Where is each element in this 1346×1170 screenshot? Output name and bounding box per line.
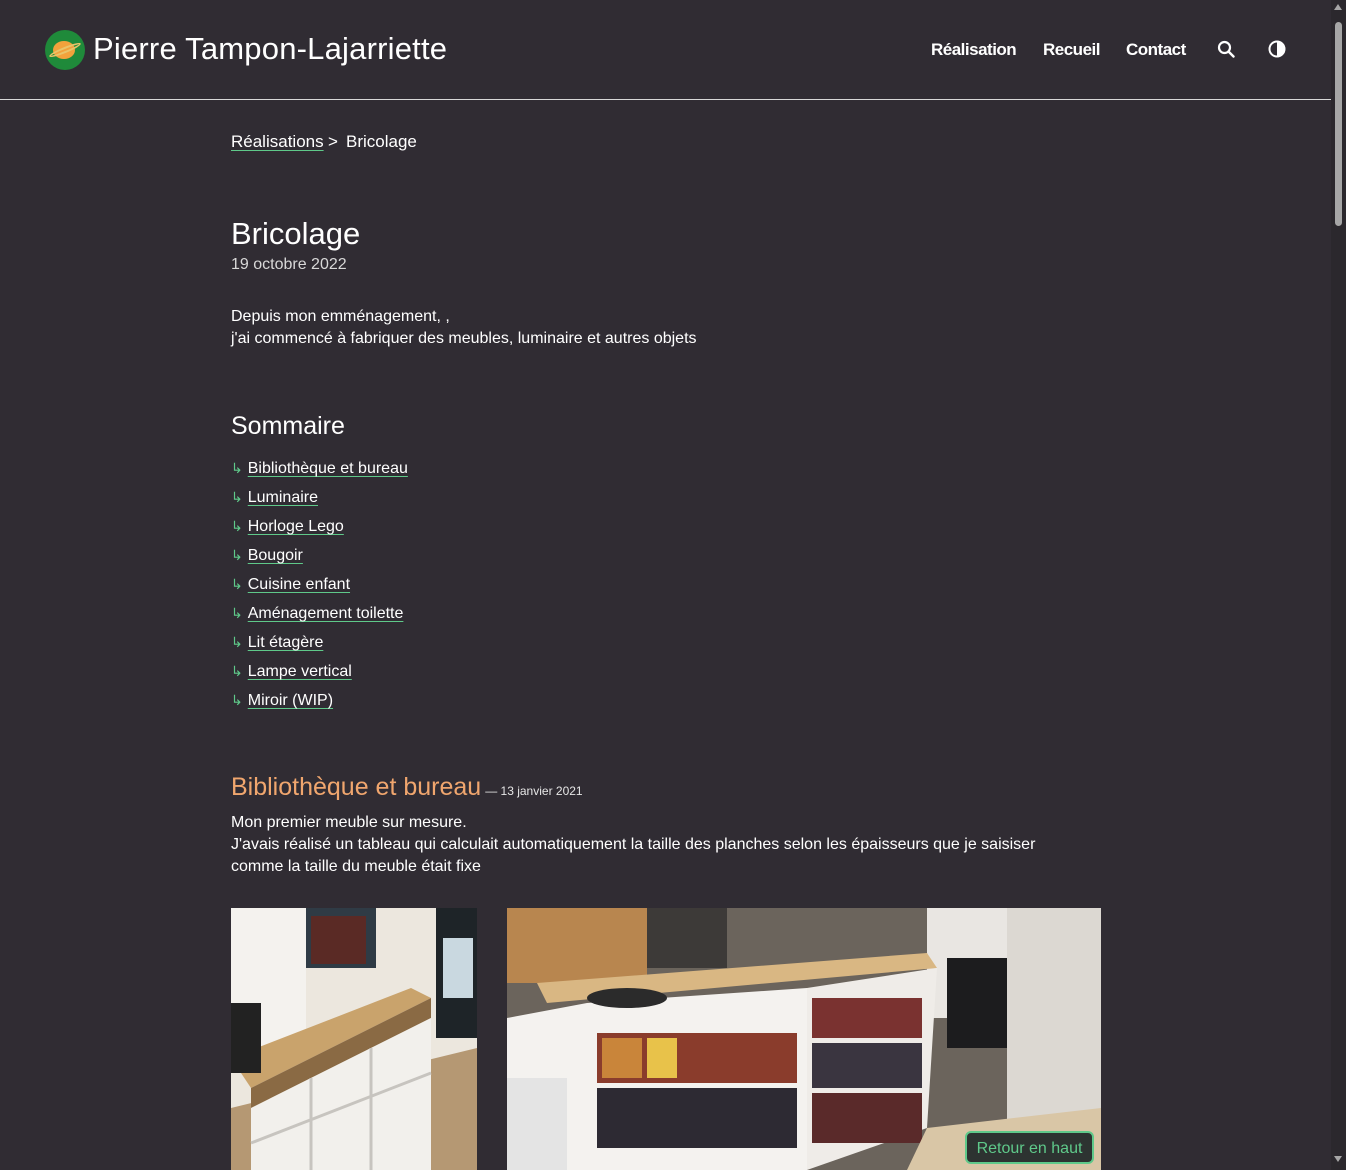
toc-link-horloge-lego[interactable]: Horloge Lego [248, 518, 344, 535]
toc-item: ↳ Bibliothèque et bureau [231, 460, 408, 478]
nav-contact[interactable]: Contact [1126, 40, 1186, 60]
arrow-return-icon: ↳ [231, 460, 243, 476]
arrow-return-icon: ↳ [231, 634, 243, 650]
toc-link-lampe-vertical[interactable]: Lampe vertical [248, 663, 352, 680]
breadcrumb-current: Bricolage [346, 132, 417, 151]
breadcrumb-parent-link[interactable]: Réalisations [231, 132, 324, 152]
arrow-return-icon: ↳ [231, 489, 243, 505]
breadcrumb-separator: > [328, 132, 338, 151]
toc-item: ↳ Horloge Lego [231, 518, 344, 536]
photo-bookshelf-left[interactable] [231, 908, 477, 1170]
page-date: 19 octobre 2022 [231, 256, 347, 273]
toc-link-bougoir[interactable]: Bougoir [248, 547, 303, 564]
nav-recueil[interactable]: Recueil [1043, 40, 1100, 60]
arrow-return-icon: ↳ [231, 547, 243, 563]
toc-item: ↳ Cuisine enfant [231, 576, 350, 594]
arrow-return-icon: ↳ [231, 518, 243, 534]
section-title: Bibliothèque et bureau [231, 773, 482, 801]
intro-line-1: Depuis mon emménagement, , [231, 308, 450, 325]
intro-line-2: j'ai commencé à fabriquer des meubles, l… [231, 330, 697, 347]
toc-item: ↳ Luminaire [231, 489, 318, 507]
toc-link-lit-etagere[interactable]: Lit étagère [248, 634, 324, 651]
toc-link-cuisine-enfant[interactable]: Cuisine enfant [248, 576, 350, 593]
arrow-return-icon: ↳ [231, 663, 243, 679]
scrollbar[interactable] [1331, 0, 1346, 1170]
toc-item: ↳ Miroir (WIP) [231, 692, 333, 710]
arrow-return-icon: ↳ [231, 605, 243, 621]
arrow-return-icon: ↳ [231, 576, 243, 592]
section-text-line-3: comme la taille du meuble était fixe [231, 858, 481, 875]
scroll-down-arrow-icon[interactable] [1334, 1156, 1342, 1162]
section-text-line-2: J'avais réalisé un tableau qui calculait… [231, 836, 1036, 853]
back-to-top-button[interactable]: Retour en haut [965, 1131, 1094, 1164]
nav-realisation[interactable]: Réalisation [931, 40, 1017, 60]
section-date: — 13 janvier 2021 [485, 784, 583, 798]
toc-item: ↳ Lampe vertical [231, 663, 352, 681]
toc-heading: Sommaire [231, 412, 345, 440]
site-title[interactable]: Pierre Tampon-Lajarriette [93, 31, 447, 67]
toc-item: ↳ Bougoir [231, 547, 303, 565]
page-title: Bricolage [231, 216, 361, 251]
toc-link-bibliotheque[interactable]: Bibliothèque et bureau [248, 460, 408, 477]
site-header: Pierre Tampon-Lajarriette Réalisation Re… [0, 0, 1331, 100]
arrow-return-icon: ↳ [231, 692, 243, 708]
scroll-up-arrow-icon[interactable] [1334, 4, 1342, 10]
toc-link-luminaire[interactable]: Luminaire [248, 489, 318, 506]
toc-link-amenagement-toilette[interactable]: Aménagement toilette [248, 605, 404, 622]
theme-toggle-icon[interactable] [1268, 40, 1286, 58]
scrollbar-thumb[interactable] [1335, 22, 1342, 226]
toc-item: ↳ Aménagement toilette [231, 605, 403, 623]
section-heading: Bibliothèque et bureau — 13 janvier 2021 [231, 773, 583, 802]
toc-item: ↳ Lit étagère [231, 634, 323, 652]
saturn-logo-icon[interactable] [45, 30, 85, 70]
search-icon[interactable] [1217, 40, 1235, 58]
section-text-line-1: Mon premier meuble sur mesure. [231, 814, 467, 831]
toc-link-miroir[interactable]: Miroir (WIP) [248, 692, 333, 709]
